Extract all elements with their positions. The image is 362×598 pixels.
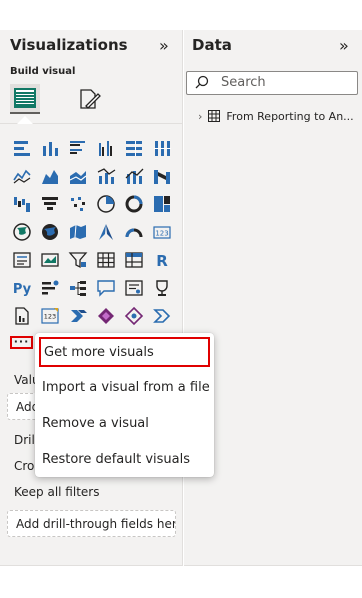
funnel-icon[interactable]	[38, 192, 61, 215]
waterfall-icon[interactable]	[10, 192, 33, 215]
stacked-area-icon[interactable]	[66, 164, 89, 187]
format-visual-icon	[80, 89, 101, 109]
line-stacked-column-icon[interactable]	[122, 164, 145, 187]
qa-icon[interactable]	[94, 276, 117, 299]
shape-map-icon[interactable]	[66, 220, 89, 243]
azure-map-icon[interactable]	[94, 220, 117, 243]
menu-item-remove-visual[interactable]: Remove a visual	[35, 408, 214, 438]
python-visual-icon[interactable]: Py	[10, 276, 33, 299]
stacked-column-icon[interactable]	[38, 136, 61, 159]
data-title: Data	[192, 36, 232, 54]
tree-item-table[interactable]: › From Reporting to An...	[198, 108, 362, 124]
search-icon	[195, 75, 209, 89]
goals-icon[interactable]	[150, 276, 173, 299]
ribbon-chart-icon[interactable]	[150, 164, 173, 187]
table-icon[interactable]	[94, 248, 117, 271]
svg-text:R: R	[156, 252, 168, 270]
format-visual-tab[interactable]	[74, 84, 104, 114]
multi-row-card-icon[interactable]	[10, 248, 33, 271]
build-visual-label: Build visual	[10, 66, 76, 77]
chevron-double-right-icon[interactable]: »	[159, 36, 169, 55]
kpi-icon[interactable]	[38, 248, 61, 271]
donut-chart-icon[interactable]	[122, 192, 145, 215]
matrix-icon[interactable]	[122, 248, 145, 271]
chevron-right-icon[interactable]: ›	[198, 110, 202, 123]
svg-text:Py: Py	[12, 282, 31, 297]
more-visual-icon[interactable]	[150, 304, 173, 327]
slicer-icon[interactable]	[66, 248, 89, 271]
active-tab-caret	[17, 116, 33, 124]
clustered-column-icon[interactable]	[94, 136, 117, 159]
visualizations-pane: Visualizations » Build visual 123 R Py 123 …	[0, 30, 183, 566]
treemap-icon[interactable]	[150, 192, 173, 215]
key-influencers-icon[interactable]	[38, 276, 61, 299]
visualizations-title: Visualizations	[10, 36, 128, 54]
100-stacked-column-icon[interactable]	[150, 136, 173, 159]
power-automate-icon[interactable]	[66, 304, 89, 327]
visual-gallery: 123 R Py 123	[10, 136, 178, 327]
svg-text:123: 123	[43, 312, 55, 320]
area-chart-icon[interactable]	[38, 164, 61, 187]
map-icon[interactable]	[10, 220, 33, 243]
r-visual-icon[interactable]: R	[150, 248, 173, 271]
gauge-icon[interactable]	[122, 220, 145, 243]
table-icon	[208, 110, 221, 122]
power-apps-icon[interactable]	[94, 304, 117, 327]
decomposition-tree-icon[interactable]	[66, 276, 89, 299]
build-visual-tab[interactable]	[10, 84, 40, 114]
menu-item-import-visual[interactable]: Import a visual from a file	[35, 372, 214, 402]
data-pane: Data » › From Reporting to An...	[184, 30, 362, 566]
clustered-bar-icon[interactable]	[66, 136, 89, 159]
card-icon[interactable]: 123	[150, 220, 173, 243]
line-chart-icon[interactable]	[10, 164, 33, 187]
more-options-button[interactable]: ···	[10, 336, 33, 349]
pie-chart-icon[interactable]	[94, 192, 117, 215]
more-visuals-menu: Get more visuals Import a visual from a …	[35, 333, 214, 477]
100-stacked-bar-icon[interactable]	[122, 136, 145, 159]
line-clustered-column-icon[interactable]	[94, 164, 117, 187]
keep-all-filters-label: Keep all filters	[14, 485, 100, 499]
new-slicer-icon[interactable]	[122, 304, 145, 327]
scatter-icon[interactable]	[66, 192, 89, 215]
paginated-report-icon[interactable]	[10, 304, 33, 327]
build-visual-icon	[14, 88, 36, 108]
new-card-icon[interactable]: 123	[38, 304, 61, 327]
menu-item-restore-default[interactable]: Restore default visuals	[35, 444, 214, 474]
chevron-double-right-icon[interactable]: »	[339, 36, 349, 55]
smart-narrative-icon[interactable]	[122, 276, 145, 299]
filled-map-icon[interactable]	[38, 220, 61, 243]
tree-item-label: From Reporting to An...	[226, 109, 354, 123]
svg-text:123: 123	[155, 229, 168, 237]
search-input[interactable]	[221, 75, 351, 90]
stacked-bar-icon[interactable]	[10, 136, 33, 159]
search-box[interactable]	[186, 71, 358, 95]
drill-through-well[interactable]: Add drill-through fields here	[7, 510, 176, 537]
menu-item-get-more-visuals[interactable]: Get more visuals	[39, 337, 210, 367]
